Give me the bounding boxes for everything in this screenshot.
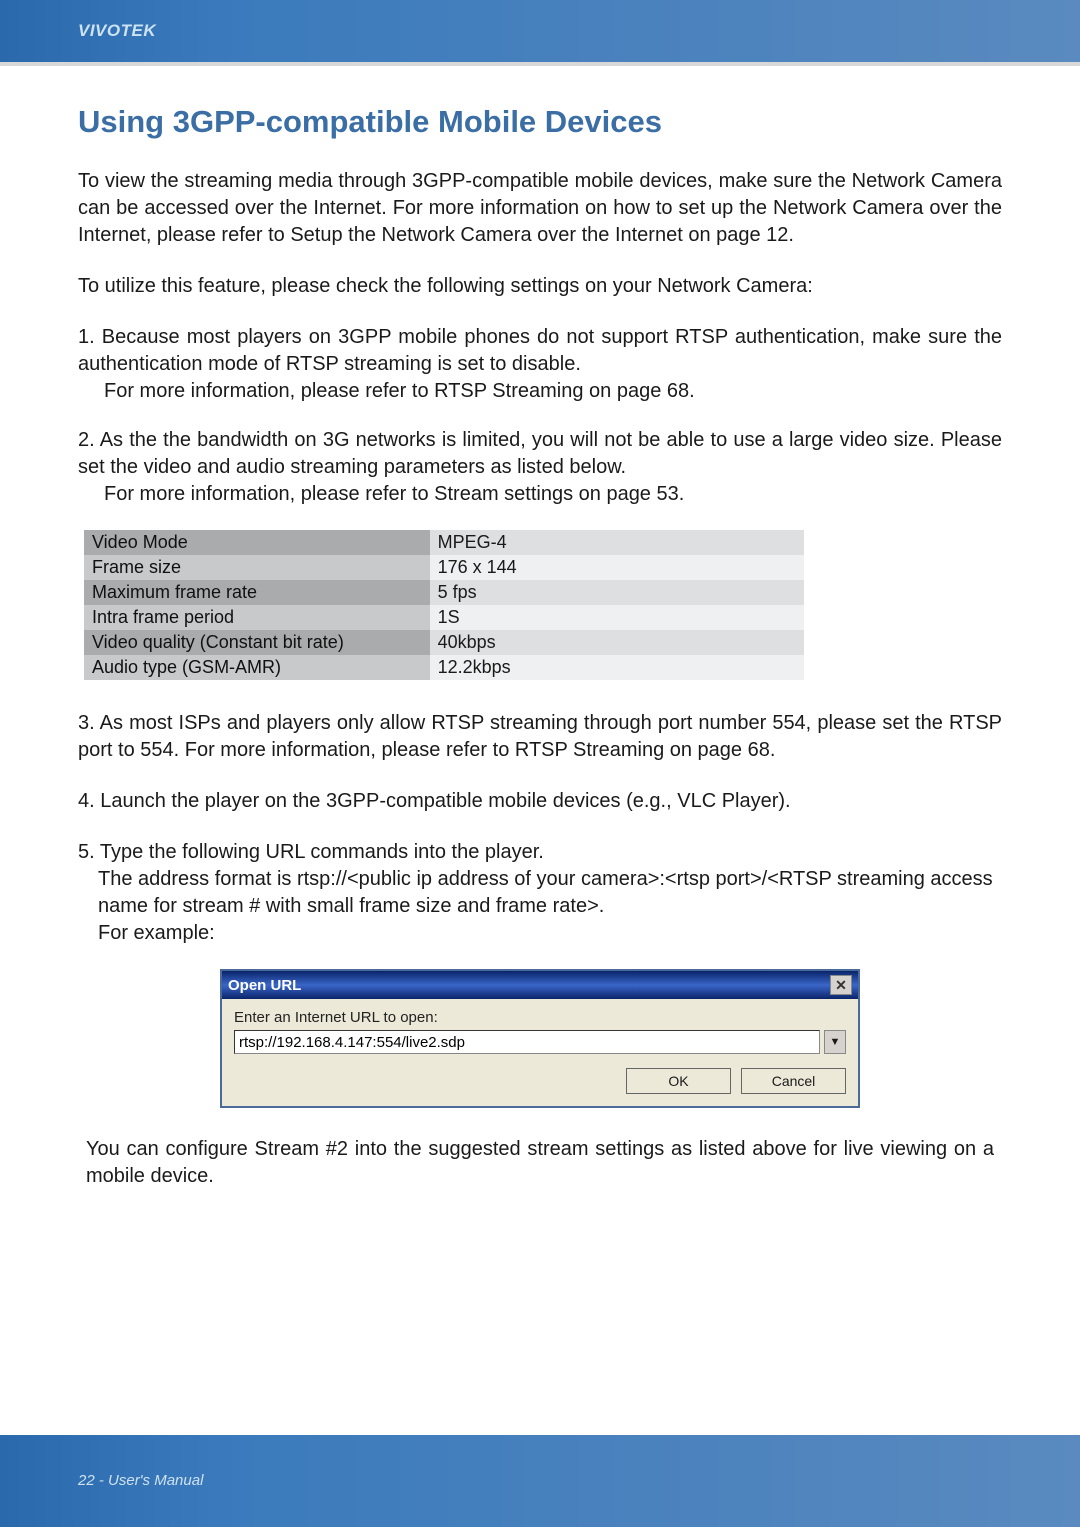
cell-val: 40kbps [430, 630, 804, 655]
cell-val: 5 fps [430, 580, 804, 605]
step-5-line3: For example: [78, 920, 1002, 947]
closing-paragraph: You can configure Stream #2 into the sug… [78, 1136, 1002, 1190]
cell-val: 1S [430, 605, 804, 630]
cell-val: MPEG-4 [430, 530, 804, 555]
step-1-text: 1. Because most players on 3GPP mobile p… [78, 324, 1002, 378]
dialog-body: Enter an Internet URL to open: ▼ OK Canc… [222, 999, 858, 1106]
brand-text: VIVOTEK [78, 21, 156, 41]
table-row: Intra frame period1S [84, 605, 804, 630]
open-url-dialog: Open URL ✕ Enter an Internet URL to open… [220, 969, 860, 1108]
table-row: Audio type (GSM-AMR)12.2kbps [84, 655, 804, 680]
settings-table: Video ModeMPEG-4 Frame size176 x 144 Max… [84, 530, 804, 680]
step-1-note: For more information, please refer to RT… [78, 378, 1002, 405]
cancel-button[interactable]: Cancel [741, 1068, 846, 1094]
page-title: Using 3GPP-compatible Mobile Devices [78, 104, 1002, 140]
intro-paragraph-2: To utilize this feature, please check th… [78, 273, 1002, 300]
step-2-note: For more information, please refer to St… [78, 481, 1002, 508]
cell-val: 176 x 144 [430, 555, 804, 580]
intro-paragraph-1: To view the streaming media through 3GPP… [78, 168, 1002, 249]
step-2-text: 2. As the the bandwidth on 3G networks i… [78, 427, 1002, 481]
cell-key: Audio type (GSM-AMR) [84, 655, 430, 680]
cell-key: Video Mode [84, 530, 430, 555]
close-icon[interactable]: ✕ [830, 975, 852, 995]
step-1: 1. Because most players on 3GPP mobile p… [78, 324, 1002, 405]
dialog-wrapper: Open URL ✕ Enter an Internet URL to open… [78, 969, 1002, 1108]
step-5: 5. Type the following URL commands into … [78, 839, 1002, 947]
cell-key: Frame size [84, 555, 430, 580]
step-5-line2: The address format is rtsp://<public ip … [78, 866, 1002, 920]
table-row: Video quality (Constant bit rate)40kbps [84, 630, 804, 655]
step-4: 4. Launch the player on the 3GPP-compati… [78, 788, 1002, 815]
table-row: Frame size176 x 144 [84, 555, 804, 580]
ok-button[interactable]: OK [626, 1068, 731, 1094]
dialog-titlebar: Open URL ✕ [222, 971, 858, 999]
dialog-title-text: Open URL [228, 977, 301, 994]
url-input-row: ▼ [234, 1030, 846, 1054]
cell-key: Intra frame period [84, 605, 430, 630]
table-row: Maximum frame rate5 fps [84, 580, 804, 605]
cell-val: 12.2kbps [430, 655, 804, 680]
step-3: 3. As most ISPs and players only allow R… [78, 710, 1002, 764]
dialog-actions: OK Cancel [234, 1068, 846, 1094]
step-2: 2. As the the bandwidth on 3G networks i… [78, 427, 1002, 508]
footer-text: 22 - User's Manual [78, 1472, 203, 1489]
dialog-label: Enter an Internet URL to open: [234, 1009, 846, 1026]
url-input[interactable] [234, 1030, 820, 1054]
cell-key: Maximum frame rate [84, 580, 430, 605]
header-band: VIVOTEK [0, 0, 1080, 62]
page-content: Using 3GPP-compatible Mobile Devices To … [0, 66, 1080, 1190]
table-row: Video ModeMPEG-4 [84, 530, 804, 555]
dropdown-button[interactable]: ▼ [824, 1030, 846, 1054]
step-5-line1: 5. Type the following URL commands into … [78, 839, 1002, 866]
chevron-down-icon: ▼ [830, 1036, 841, 1048]
cell-key: Video quality (Constant bit rate) [84, 630, 430, 655]
